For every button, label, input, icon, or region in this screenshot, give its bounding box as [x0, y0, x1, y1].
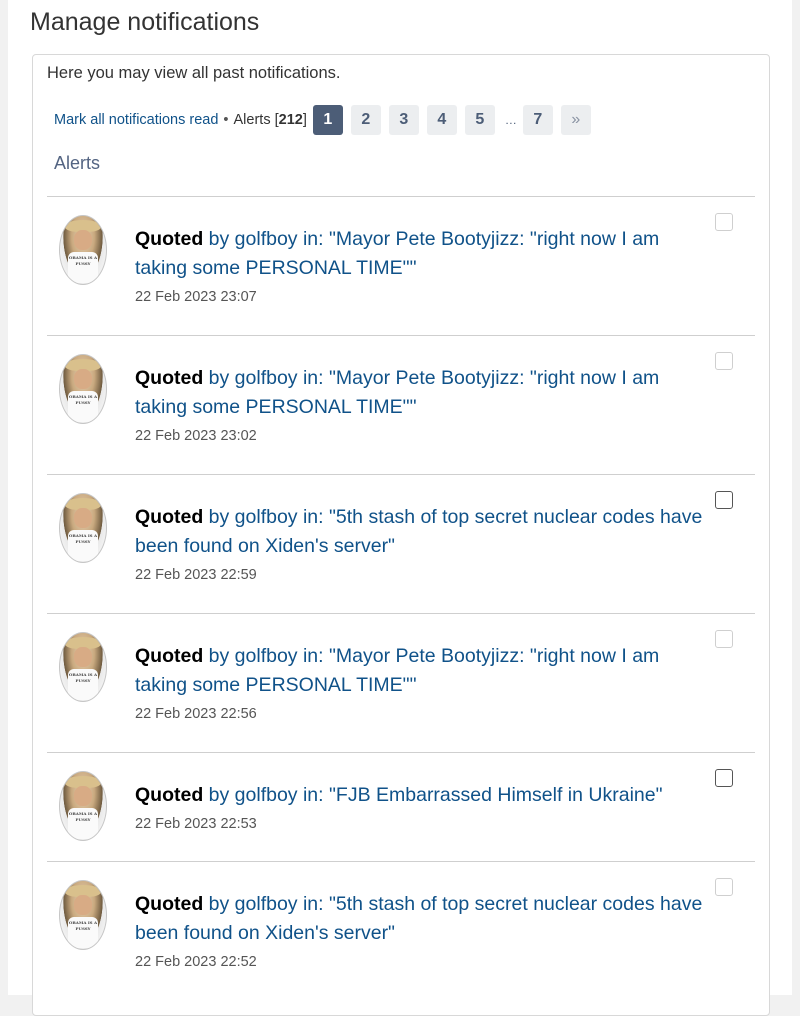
notification-title-link[interactable]: by golfboy in: "Mayor Pete Bootyjizz: "r… [135, 228, 659, 279]
notification-time: 22 Feb 2023 22:56 [135, 706, 257, 722]
avatar-shirt-text: OBAMA IS A PUSSY [68, 808, 98, 839]
section-label-alerts: Alerts [54, 153, 101, 173]
avatar: OBAMA IS A PUSSY [59, 493, 107, 563]
avatar-shirt-text: OBAMA IS A PUSSY [68, 252, 98, 283]
notification-title-link[interactable]: by golfboy in: "Mayor Pete Bootyjizz: "r… [135, 367, 659, 418]
notification-checkbox[interactable] [715, 878, 733, 896]
notification-checkbox[interactable] [715, 213, 733, 231]
notification-list: OBAMA IS A PUSSY Quoted by golfboy in: "… [47, 196, 755, 1000]
alerts-label: Alerts [ [233, 112, 279, 128]
notifications-panel: Here you may view all past notifications… [32, 54, 770, 1016]
avatar-shirt-text: OBAMA IS A PUSSY [68, 391, 98, 422]
alerts-count: 212 [278, 112, 303, 128]
page-1-button[interactable]: 1 [312, 105, 343, 135]
notification-text[interactable]: Quoted by golfboy in: "Mayor Pete Bootyj… [135, 364, 705, 422]
notification-text[interactable]: Quoted by golfboy in: "5th stash of top … [135, 503, 705, 561]
notification-title-link[interactable]: by golfboy in: "5th stash of top secret … [135, 893, 702, 944]
page-container: Manage notifications Here you may view a… [8, 0, 792, 1016]
intro-text: Here you may view all past notifications… [47, 64, 341, 82]
alerts-close: ] [302, 112, 307, 128]
notification-checkbox[interactable] [715, 630, 733, 648]
notification-kind: Quoted [135, 893, 204, 915]
alerts-total: Alerts [212] [234, 112, 307, 128]
notification-time: 22 Feb 2023 23:02 [135, 428, 257, 444]
page-title: Manage notifications [30, 8, 260, 36]
notification-kind: Quoted [135, 506, 204, 528]
notification-kind: Quoted [135, 228, 204, 250]
notification-kind: Quoted [135, 645, 204, 667]
notification-time: 22 Feb 2023 22:52 [135, 954, 257, 970]
notification-row[interactable]: OBAMA IS A PUSSY Quoted by golfboy in: "… [47, 613, 755, 752]
avatar: OBAMA IS A PUSSY [59, 354, 107, 424]
notification-row[interactable]: OBAMA IS A PUSSY Quoted by golfboy in: "… [47, 474, 755, 613]
notification-text[interactable]: Quoted by golfboy in: "FJB Embarrassed H… [135, 781, 705, 810]
notification-row[interactable]: OBAMA IS A PUSSY Quoted by golfboy in: "… [47, 861, 755, 1000]
notification-text[interactable]: Quoted by golfboy in: "Mayor Pete Bootyj… [135, 225, 705, 283]
notification-checkbox[interactable] [715, 769, 733, 787]
notification-kind: Quoted [135, 784, 204, 806]
next-page-icon[interactable]: » [560, 105, 591, 135]
avatar: OBAMA IS A PUSSY [59, 215, 107, 285]
page-3-button[interactable]: 3 [388, 105, 419, 135]
notification-row[interactable]: OBAMA IS A PUSSY Quoted by golfboy in: "… [47, 752, 755, 861]
notification-time: 22 Feb 2023 23:07 [135, 289, 257, 305]
avatar: OBAMA IS A PUSSY [59, 632, 107, 702]
notification-title-link[interactable]: by golfboy in: "FJB Embarrassed Himself … [203, 784, 663, 806]
notification-row[interactable]: OBAMA IS A PUSSY Quoted by golfboy in: "… [47, 335, 755, 474]
pagination-ellipsis: … [504, 113, 517, 127]
notification-text[interactable]: Quoted by golfboy in: "5th stash of top … [135, 890, 705, 948]
notification-time: 22 Feb 2023 22:53 [135, 816, 257, 832]
notification-title-link[interactable]: by golfboy in: "Mayor Pete Bootyjizz: "r… [135, 645, 659, 696]
avatar-shirt-text: OBAMA IS A PUSSY [68, 669, 98, 700]
pagination: 1 2 3 4 5 … 7 » [312, 105, 599, 135]
page-7-button[interactable]: 7 [522, 105, 553, 135]
avatar-shirt-text: OBAMA IS A PUSSY [68, 530, 98, 561]
notification-title-link[interactable]: by golfboy in: "5th stash of top secret … [135, 506, 702, 557]
action-bar: Mark all notifications read • Alerts [21… [54, 104, 754, 136]
notification-checkbox[interactable] [715, 491, 733, 509]
page-4-button[interactable]: 4 [426, 105, 457, 135]
notification-checkbox[interactable] [715, 352, 733, 370]
avatar: OBAMA IS A PUSSY [59, 771, 107, 841]
notification-time: 22 Feb 2023 22:59 [135, 567, 257, 583]
avatar-shirt-text: OBAMA IS A PUSSY [68, 917, 98, 948]
notification-kind: Quoted [135, 367, 204, 389]
avatar: OBAMA IS A PUSSY [59, 880, 107, 950]
page-2-button[interactable]: 2 [350, 105, 381, 135]
mark-all-read-link[interactable]: Mark all notifications read [54, 112, 218, 128]
notification-text[interactable]: Quoted by golfboy in: "Mayor Pete Bootyj… [135, 642, 705, 700]
page-5-button[interactable]: 5 [464, 105, 495, 135]
notification-row[interactable]: OBAMA IS A PUSSY Quoted by golfboy in: "… [47, 196, 755, 335]
separator: • [223, 112, 229, 128]
